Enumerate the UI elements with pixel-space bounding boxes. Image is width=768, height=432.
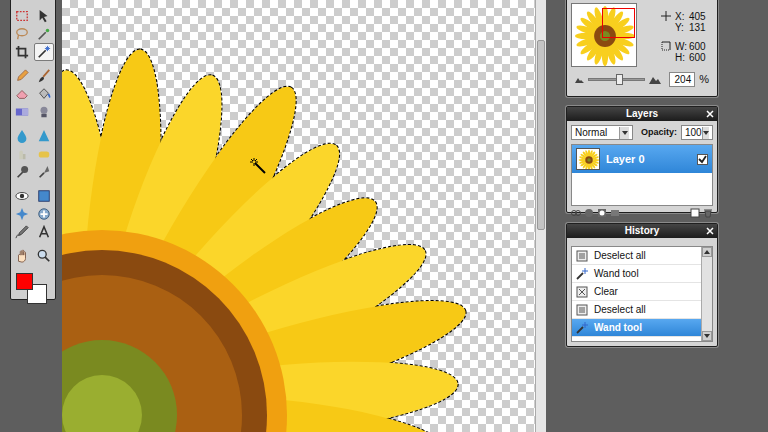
tool-button[interactable] [34, 187, 54, 205]
history-row[interactable]: Clear [572, 283, 701, 301]
picker-icon [15, 225, 29, 239]
text-icon [37, 225, 51, 239]
tool-button[interactable] [34, 205, 54, 223]
zoom-icon [37, 249, 51, 263]
pencil-icon [15, 69, 29, 83]
tool-button[interactable] [12, 205, 32, 223]
wand-icon [576, 268, 588, 280]
zoom-field[interactable]: 204 [669, 72, 695, 87]
tool-button[interactable] [12, 7, 32, 25]
check-icon [698, 155, 707, 164]
tool-button[interactable] [12, 223, 32, 241]
tool-button[interactable] [12, 43, 32, 61]
link-icon[interactable] [571, 208, 581, 218]
zoom-slider[interactable] [588, 78, 645, 81]
deselect-icon [576, 304, 588, 316]
tool-button[interactable] [12, 103, 32, 121]
clone-icon [37, 105, 51, 119]
sponge-icon [37, 147, 51, 161]
redeye-icon [15, 189, 29, 203]
spot-icon [15, 207, 29, 221]
foreground-color[interactable] [16, 273, 33, 290]
visibility-checkbox[interactable] [697, 154, 708, 165]
crosshair-icon [661, 11, 671, 21]
bucket-icon [37, 87, 51, 101]
heal-icon [37, 207, 51, 221]
zoom-slider-knob[interactable] [616, 74, 623, 85]
hand-icon [15, 249, 29, 263]
tool-button[interactable] [12, 85, 32, 103]
tool-button[interactable] [34, 103, 54, 121]
lasso-icon [15, 27, 29, 41]
blend-mode-select[interactable]: Normal [571, 125, 633, 140]
history-row[interactable]: Deselect all [572, 301, 701, 319]
tool-button[interactable] [34, 247, 54, 265]
history-panel: History Deselect allWand toolClearDesele… [566, 223, 718, 347]
history-row[interactable]: Wand tool [572, 265, 701, 283]
tool-button[interactable] [34, 223, 54, 241]
tool-button[interactable] [12, 67, 32, 85]
canvas[interactable] [62, 0, 535, 432]
tool-button[interactable] [12, 25, 32, 43]
burn-icon [37, 165, 51, 179]
sharpen-icon [37, 129, 51, 143]
history-row[interactable]: Wand tool [572, 319, 701, 337]
style-icon[interactable] [584, 208, 594, 218]
tool-button[interactable] [34, 43, 54, 61]
dodge-icon [15, 165, 29, 179]
close-icon[interactable] [706, 227, 714, 235]
close-icon[interactable] [706, 110, 714, 118]
tool-button[interactable] [34, 7, 54, 25]
navigator-thumbnail[interactable] [571, 3, 637, 67]
clear-icon [576, 286, 588, 298]
opacity-field[interactable]: 100 [681, 125, 713, 140]
tool-button[interactable] [12, 163, 32, 181]
tool-button[interactable] [34, 127, 54, 145]
gradient-icon [15, 105, 29, 119]
smudge-icon [15, 147, 29, 161]
wand-alt-icon [37, 27, 51, 41]
tool-button[interactable] [12, 187, 32, 205]
tool-panel [10, 0, 56, 300]
tool-button[interactable] [34, 67, 54, 85]
deselect-icon [576, 250, 588, 262]
layer-thumbnail [576, 148, 600, 170]
wand-icon [576, 322, 588, 334]
history-scrollbar[interactable] [701, 247, 712, 341]
tool-button[interactable] [12, 247, 32, 265]
zoom-in-icon[interactable] [649, 75, 661, 84]
brush-icon [37, 69, 51, 83]
view-rectangle[interactable] [602, 8, 635, 38]
wand-cursor-icon [250, 158, 266, 174]
zoom-out-icon[interactable] [575, 76, 584, 83]
layer-toolbar [567, 206, 717, 220]
sunflower-image [62, 0, 535, 432]
tool-button[interactable] [12, 127, 32, 145]
wand-icon [37, 45, 51, 59]
layers-panel: Layers Normal Opacity: 100 Layer 0 [566, 106, 718, 213]
crop-icon [15, 45, 29, 59]
tool-button[interactable] [34, 163, 54, 181]
eraser-icon [15, 87, 29, 101]
marquee-icon [15, 9, 29, 23]
tool-button[interactable] [34, 85, 54, 103]
shape-icon [37, 189, 51, 203]
tool-button[interactable] [34, 25, 54, 43]
folder-icon[interactable] [610, 208, 620, 218]
layer-row[interactable]: Layer 0 [572, 145, 712, 173]
blur-icon [15, 129, 29, 143]
new-layer-icon[interactable] [690, 208, 700, 218]
navigator-panel: X:405 Y:131 W:600 H:600 204 % [566, 0, 718, 97]
size-icon [661, 41, 671, 51]
move-icon [37, 9, 51, 23]
tool-button[interactable] [12, 145, 32, 163]
canvas-scrollbar[interactable] [535, 0, 546, 432]
mask-icon[interactable] [597, 208, 607, 218]
history-row[interactable]: Deselect all [572, 247, 701, 265]
tool-button[interactable] [34, 145, 54, 163]
trash-icon[interactable] [703, 208, 713, 218]
